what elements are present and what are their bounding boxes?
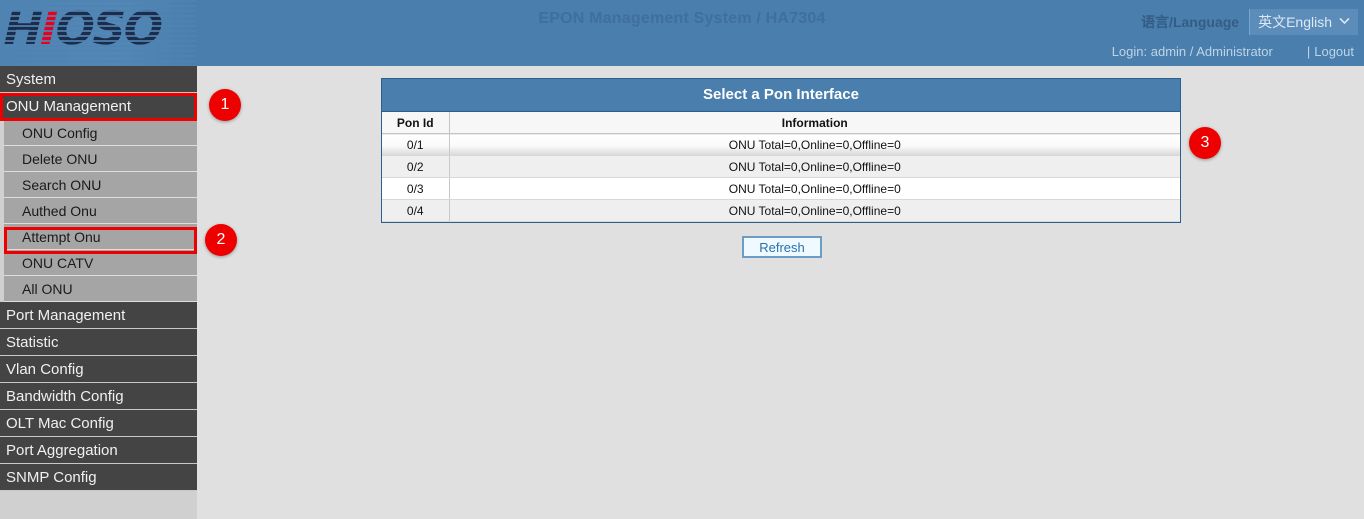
cell-pon-id[interactable]: 0/1 bbox=[382, 134, 449, 156]
cell-pon-id[interactable]: 0/2 bbox=[382, 156, 449, 178]
logout-separator: | bbox=[1307, 44, 1314, 59]
sidebar-item-label: ONU CATV bbox=[22, 255, 93, 271]
sidebar-item-label: Delete ONU bbox=[22, 151, 97, 167]
cell-information: ONU Total=0,Online=0,Offline=0 bbox=[449, 178, 1180, 200]
login-user-text: Login: admin / Administrator bbox=[1112, 44, 1307, 59]
language-selector-group: 语言/Language 英文English bbox=[1141, 9, 1358, 35]
sidebar-item-label: ONU Management bbox=[6, 98, 131, 115]
sidebar-item-bandwidth-config[interactable]: Bandwidth Config bbox=[0, 383, 197, 410]
session-info-bar: Login: admin / Administrator | Logout bbox=[1112, 44, 1364, 59]
sidebar-item-label: SNMP Config bbox=[6, 469, 97, 486]
sidebar-item-onu-management[interactable]: ONU Management bbox=[0, 93, 197, 120]
sidebar-item-attempt-onu[interactable]: Attempt Onu bbox=[4, 224, 197, 250]
sidebar-item-system[interactable]: System bbox=[0, 66, 197, 93]
language-dropdown[interactable]: 英文English bbox=[1249, 9, 1358, 35]
sidebar-nav: System ONU Management ONU Config Delete … bbox=[0, 66, 197, 519]
sidebar-item-vlan-config[interactable]: Vlan Config bbox=[0, 356, 197, 383]
cell-information: ONU Total=0,Online=0,Offline=0 bbox=[449, 200, 1180, 222]
sidebar-item-label: ONU Config bbox=[22, 125, 97, 141]
callout-badge-2: 2 bbox=[205, 224, 237, 256]
sidebar-item-onu-config[interactable]: ONU Config bbox=[4, 120, 197, 146]
sidebar-item-label: All ONU bbox=[22, 281, 73, 297]
callout-badge-1: 1 bbox=[209, 89, 241, 121]
sidebar-item-delete-onu[interactable]: Delete ONU bbox=[4, 146, 197, 172]
sidebar-item-search-onu[interactable]: Search ONU bbox=[4, 172, 197, 198]
sidebar-item-onu-catv[interactable]: ONU CATV bbox=[4, 250, 197, 276]
main-content: Select a Pon Interface Pon Id Informatio… bbox=[197, 66, 1364, 519]
sidebar-item-label: Attempt Onu bbox=[22, 229, 101, 245]
sidebar-item-label: OLT Mac Config bbox=[6, 415, 114, 432]
refresh-button[interactable]: Refresh bbox=[742, 236, 822, 258]
callout-badge-3: 3 bbox=[1189, 127, 1221, 159]
sidebar-item-all-onu[interactable]: All ONU bbox=[4, 276, 197, 302]
sidebar-item-statistic[interactable]: Statistic bbox=[0, 329, 197, 356]
sidebar-submenu-onu-management: ONU Config Delete ONU Search ONU Authed … bbox=[0, 120, 197, 302]
pon-interface-panel: Select a Pon Interface Pon Id Informatio… bbox=[381, 78, 1181, 223]
sidebar-item-label: Authed Onu bbox=[22, 203, 97, 219]
sidebar-item-port-aggregation[interactable]: Port Aggregation bbox=[0, 437, 197, 464]
cell-information: ONU Total=0,Online=0,Offline=0 bbox=[449, 156, 1180, 178]
table-row[interactable]: 0/4 ONU Total=0,Online=0,Offline=0 bbox=[382, 200, 1180, 222]
pon-interface-table: Pon Id Information 0/1 ONU Total=0,Onlin… bbox=[382, 112, 1180, 222]
cell-pon-id[interactable]: 0/3 bbox=[382, 178, 449, 200]
sidebar-item-olt-mac-config[interactable]: OLT Mac Config bbox=[0, 410, 197, 437]
pon-panel-title: Select a Pon Interface bbox=[382, 79, 1180, 112]
column-header-pon-id: Pon Id bbox=[382, 112, 449, 134]
sidebar-item-label: Port Aggregation bbox=[6, 442, 118, 459]
sidebar-item-label: Bandwidth Config bbox=[6, 388, 124, 405]
sidebar-item-authed-onu[interactable]: Authed Onu bbox=[4, 198, 197, 224]
language-dropdown-value: 英文English bbox=[1258, 12, 1332, 32]
cell-information: ONU Total=0,Online=0,Offline=0 bbox=[449, 134, 1180, 156]
sidebar-item-label: Port Management bbox=[6, 307, 125, 324]
table-row[interactable]: 0/2 ONU Total=0,Online=0,Offline=0 bbox=[382, 156, 1180, 178]
sidebar-item-label: System bbox=[6, 71, 56, 88]
sidebar-item-snmp-config[interactable]: SNMP Config bbox=[0, 464, 197, 491]
logout-link[interactable]: Logout bbox=[1314, 44, 1364, 59]
table-row[interactable]: 0/1 ONU Total=0,Online=0,Offline=0 bbox=[382, 134, 1180, 156]
sidebar-item-label: Vlan Config bbox=[6, 361, 84, 378]
sidebar-item-label: Search ONU bbox=[22, 177, 101, 193]
chevron-down-icon bbox=[1339, 15, 1350, 27]
sidebar-item-label: Statistic bbox=[6, 334, 59, 351]
sidebar-item-port-management[interactable]: Port Management bbox=[0, 302, 197, 329]
column-header-information: Information bbox=[449, 112, 1180, 134]
app-header: HIOSO EPON Management System / HA7304 语言… bbox=[0, 0, 1364, 66]
table-row[interactable]: 0/3 ONU Total=0,Online=0,Offline=0 bbox=[382, 178, 1180, 200]
cell-pon-id[interactable]: 0/4 bbox=[382, 200, 449, 222]
language-label: 语言/Language bbox=[1141, 12, 1249, 32]
table-header-row: Pon Id Information bbox=[382, 112, 1180, 134]
